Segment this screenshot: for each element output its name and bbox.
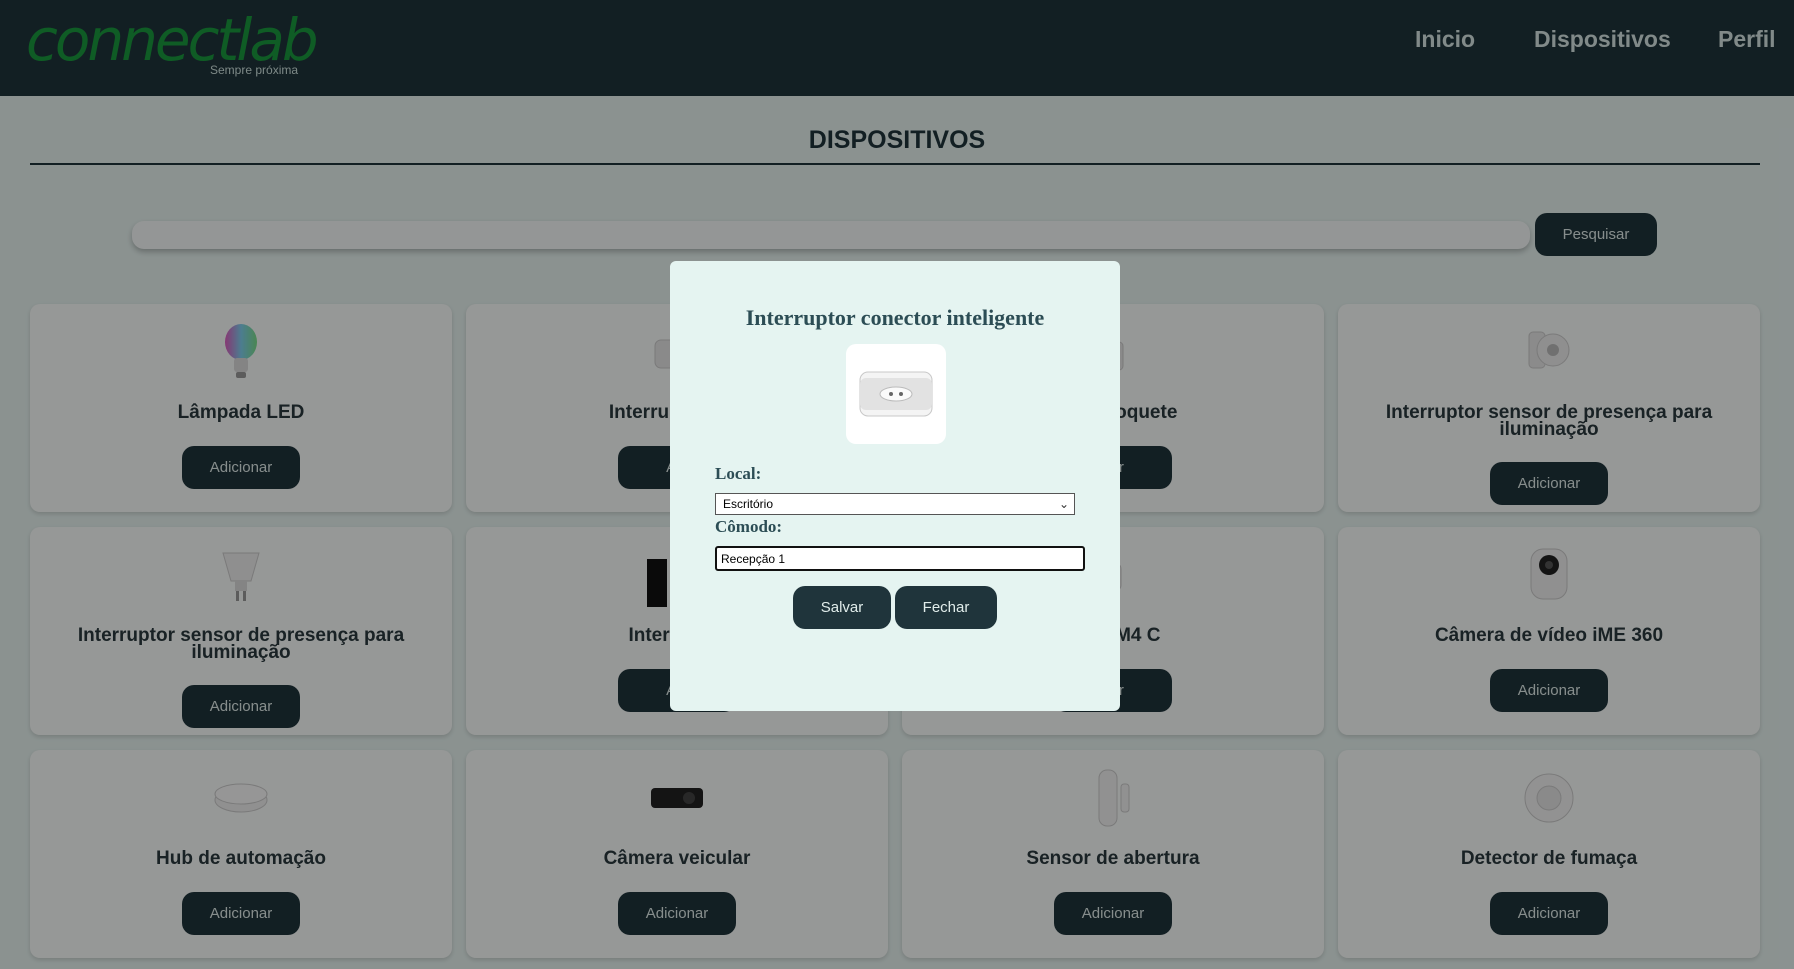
local-select-value: Escritório [723, 497, 774, 511]
local-select[interactable]: Escritório ⌄ [715, 493, 1075, 515]
comodo-label: Cômodo: [715, 517, 783, 536]
smart-plug-icon [859, 371, 933, 417]
chevron-down-icon: ⌄ [1058, 497, 1069, 511]
local-label: Local: [715, 464, 762, 483]
close-button[interactable]: Fechar [895, 586, 997, 629]
add-device-modal: Interruptor conector inteligente Local: … [670, 261, 1120, 711]
device-image [846, 344, 946, 444]
comodo-input[interactable] [715, 546, 1085, 571]
save-button[interactable]: Salvar [793, 586, 891, 629]
modal-title: Interruptor conector inteligente [745, 305, 1045, 330]
